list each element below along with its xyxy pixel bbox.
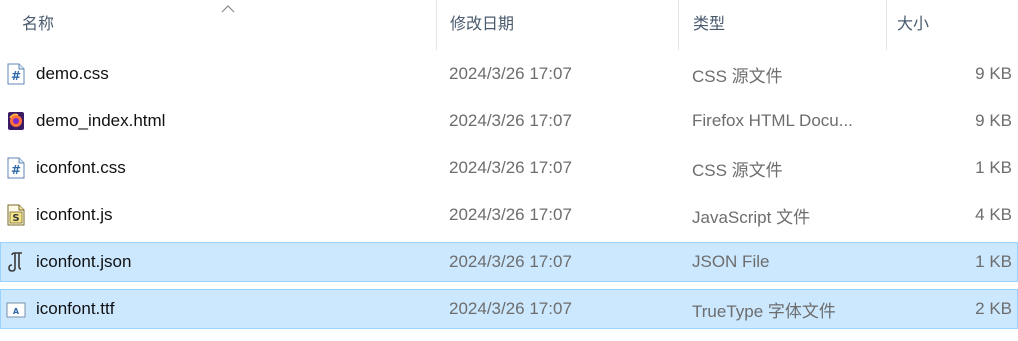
file-row-iconfont-ttf[interactable]: A iconfont.ttf 2024/3/26 17:07 TrueType …: [0, 289, 1018, 329]
file-name: iconfont.js: [36, 205, 113, 224]
font-file-icon: A: [6, 302, 26, 318]
file-name: demo_index.html: [36, 111, 166, 130]
file-type: TrueType 字体文件: [692, 301, 836, 321]
css-file-icon: #: [7, 63, 25, 85]
file-date: 2024/3/26 17:07: [449, 111, 572, 130]
column-header-name[interactable]: 名称: [0, 0, 436, 50]
file-size: 1 KB: [975, 252, 1012, 271]
file-name: iconfont.ttf: [36, 299, 115, 318]
file-size: 9 KB: [975, 111, 1012, 130]
file-name: demo.css: [36, 64, 109, 83]
file-row-iconfont-js[interactable]: S iconfont.js 2024/3/26 17:07 JavaScript…: [0, 195, 1018, 235]
column-header-name-label: 名称: [22, 16, 55, 33]
js-file-icon: S: [7, 204, 25, 226]
file-date: 2024/3/26 17:07: [449, 252, 572, 271]
column-header-type[interactable]: 类型: [678, 0, 886, 50]
css-file-icon: #: [7, 157, 25, 179]
file-row-demo-index-html[interactable]: demo_index.html 2024/3/26 17:07 Firefox …: [0, 101, 1018, 141]
svg-text:#: #: [11, 69, 21, 83]
file-date: 2024/3/26 17:07: [449, 158, 572, 177]
file-size: 4 KB: [975, 205, 1012, 224]
file-type: CSS 源文件: [692, 160, 783, 180]
file-row-iconfont-json[interactable]: iconfont.json 2024/3/26 17:07 JSON File …: [0, 242, 1018, 282]
file-size: 1 KB: [975, 158, 1012, 177]
file-type: CSS 源文件: [692, 66, 783, 86]
svg-text:A: A: [13, 307, 20, 316]
column-header-date-label: 修改日期: [450, 16, 515, 33]
svg-text:S: S: [12, 213, 19, 224]
file-name: iconfont.json: [36, 252, 132, 271]
file-size: 2 KB: [975, 299, 1012, 318]
column-header-size[interactable]: 大小: [886, 0, 1018, 50]
file-date: 2024/3/26 17:07: [449, 205, 572, 224]
firefox-html-icon: [8, 112, 24, 130]
svg-text:#: #: [11, 163, 21, 177]
file-row-iconfont-css[interactable]: # iconfont.css 2024/3/26 17:07 CSS 源文件 1…: [0, 148, 1018, 188]
column-header-date[interactable]: 修改日期: [436, 0, 678, 50]
sort-ascending-icon: [221, 5, 235, 13]
json-file-icon: [8, 252, 22, 272]
file-name: iconfont.css: [36, 158, 126, 177]
column-header-type-label: 类型: [693, 16, 726, 33]
file-row-demo-css[interactable]: # demo.css 2024/3/26 17:07 CSS 源文件 9 KB: [0, 54, 1018, 94]
file-type: JavaScript 文件: [692, 207, 811, 227]
column-header-size-label: 大小: [897, 16, 930, 33]
file-date: 2024/3/26 17:07: [449, 299, 572, 318]
file-size: 9 KB: [975, 64, 1012, 83]
file-date: 2024/3/26 17:07: [449, 64, 572, 83]
file-type: JSON File: [692, 252, 770, 271]
file-type: Firefox HTML Docu...: [692, 111, 853, 130]
column-header: 名称 修改日期 类型 大小: [0, 0, 1018, 50]
